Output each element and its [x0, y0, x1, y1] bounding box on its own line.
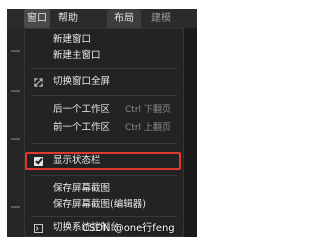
toolbar-mark	[11, 50, 20, 52]
menu-separator	[31, 216, 177, 217]
menu-item-shortcut: Ctrl 下翻页	[125, 105, 171, 115]
left-toolbar-strip	[7, 28, 24, 237]
menu-item-next-workspace[interactable]: 后一个工作区 Ctrl 下翻页	[25, 102, 183, 118]
window-dropdown-menu: 新建窗口 新建主窗口 切换窗口全屏 后一个工作区 Ctrl 下翻页 前一个工作区	[24, 28, 184, 237]
highlight-box	[25, 152, 181, 170]
top-menubar: 窗口 帮助 布局 建模	[7, 9, 197, 28]
tab-modeling[interactable]: 建模	[151, 9, 171, 28]
console-icon	[34, 224, 43, 233]
menu-window[interactable]: 窗口	[24, 9, 50, 28]
menu-item-label: 前一个工作区	[53, 122, 111, 133]
menu-separator	[31, 95, 177, 96]
menu-separator	[31, 143, 177, 144]
menu-help[interactable]: 帮助	[58, 9, 78, 28]
menu-item-previous-workspace[interactable]: 前一个工作区 Ctrl 上翻页	[25, 120, 183, 136]
toolbar-mark	[11, 206, 20, 208]
menu-item-save-screenshot-editor[interactable]: 保存屏幕截图(编辑器)	[25, 197, 183, 213]
menu-item-label: 新建主窗口	[53, 50, 101, 61]
menu-item-save-screenshot[interactable]: 保存屏幕截图	[25, 181, 183, 197]
menu-item-label: 保存屏幕截图	[53, 183, 111, 194]
blender-window: 窗口 帮助 布局 建模 新建窗口 新建主窗口 切换窗口全屏 后一个工作区 Ctr…	[7, 9, 197, 237]
menu-item-label: 后一个工作区	[53, 104, 111, 115]
menu-separator	[31, 68, 177, 69]
watermark: CSDN @one行feng	[82, 223, 175, 234]
menu-item-label: 切换窗口全屏	[53, 76, 111, 87]
fullscreen-icon	[34, 78, 43, 87]
menu-item-shortcut: Ctrl 上翻页	[125, 123, 171, 133]
menu-item-label: 保存屏幕截图(编辑器)	[53, 199, 146, 210]
toolbar-mark	[11, 90, 20, 92]
menu-item-toggle-fullscreen[interactable]: 切换窗口全屏	[25, 74, 183, 90]
toolbar-mark	[11, 138, 20, 140]
tab-layout[interactable]: 布局	[107, 9, 141, 28]
screenshot-frame: 窗口 帮助 布局 建模 新建窗口 新建主窗口 切换窗口全屏 后一个工作区 Ctr…	[0, 0, 204, 247]
menu-item-new-window[interactable]: 新建窗口	[25, 32, 183, 48]
menu-item-new-main-window[interactable]: 新建主窗口	[25, 48, 183, 64]
menu-separator	[31, 175, 177, 176]
right-panel-strip	[184, 28, 197, 237]
menu-item-label: 新建窗口	[53, 34, 92, 45]
